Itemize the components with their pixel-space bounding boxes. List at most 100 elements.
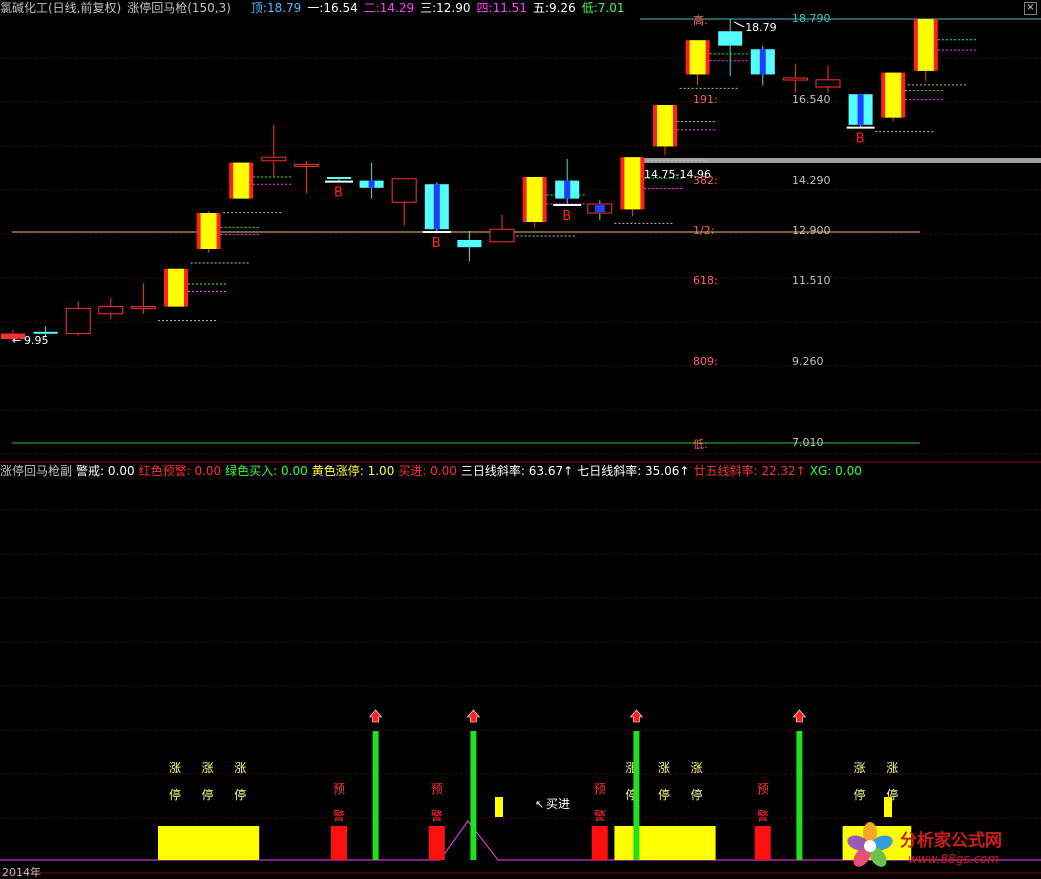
buy-signal-bar [470, 731, 477, 860]
warning-char: 警 [333, 808, 345, 823]
buy-signal-b: B [334, 186, 343, 201]
limit-up-char: 涨 [202, 760, 214, 775]
limit-up-block [190, 826, 227, 860]
up-arrow-icon [629, 709, 644, 723]
candle-body-limit-inner [624, 157, 641, 210]
fib-value: 11.510 [792, 274, 831, 288]
warning-char: 警 [757, 808, 769, 823]
level-readout: 一:16.54 [307, 1, 358, 15]
limit-up-char: 涨 [234, 760, 246, 775]
candle-body-down [457, 239, 482, 248]
fib-tag: 191: [693, 92, 718, 106]
candle-body-limit-inner [168, 268, 184, 307]
level-readouts: 顶:18.79 一:16.54 二:14.29 三:12.90 四:11.51 五:9.2… [251, 1, 631, 15]
close-icon[interactable]: × [1024, 2, 1037, 15]
sub-indicator-readouts: 警戒: 0.00 红色预警: 0.00 绿色买入: 0.00 黄色涨停: 1.00 买进… [76, 464, 866, 478]
level-readout: 二:14.29 [363, 1, 415, 15]
buy-arrow-icon: ↖ [535, 798, 544, 811]
limit-up-char: 涨 [886, 760, 898, 775]
limit-up-block [158, 826, 194, 860]
candle-body-limit-inner [917, 19, 934, 71]
fib-value: 9.260 [792, 355, 824, 368]
candle-body-up [391, 178, 417, 203]
buy-signal-b: B [856, 132, 865, 147]
level-readout: 五:9.26 [532, 1, 576, 15]
warning-char: 预 [757, 782, 769, 796]
fib-tag: 809: [693, 355, 718, 368]
sub-readout: 七日线斜率: 35.06↑ [577, 464, 690, 478]
watermark-logo: 分析家公式网 www.88gs.com [840, 818, 1040, 876]
sub-indicator-name: 涨停回马枪副 [0, 464, 73, 478]
warning-block [331, 826, 347, 860]
stock-title: 氯碱化工(日线,前复权) [0, 1, 122, 15]
limit-up-block [679, 826, 716, 860]
candle-body-down-inner [433, 184, 440, 230]
low-arrow-icon: ← [12, 334, 21, 347]
warning-char: 预 [594, 782, 606, 796]
sub-chart-header: 涨停回马枪副 警戒: 0.00 红色预警: 0.00 绿色买入: 0.00 黄色涨停: … [0, 464, 870, 479]
candle-body-down-inner [857, 94, 864, 125]
candle-body-limit-inner [657, 105, 673, 147]
candle-body-down-inner [759, 49, 766, 75]
limit-up-char: 涨 [691, 760, 703, 775]
buy-signal-bar [633, 731, 640, 860]
candle-body-up [489, 228, 515, 243]
candle-body-limit-inner [885, 72, 902, 118]
sub-readout: 绿色买入: 0.00 [225, 464, 308, 478]
candle-body-limit-inner [200, 213, 217, 249]
buy-signal-b: B [562, 209, 571, 224]
sub-readout: 红色预警: 0.00 [138, 464, 222, 478]
sub-readout: 黄色涨停: 1.00 [311, 464, 395, 478]
candle-body-up [65, 307, 91, 335]
warning-char: 警 [431, 808, 443, 823]
candle-body-up [98, 306, 124, 315]
high-price-label: 18.79 [745, 21, 777, 34]
candle-body-up [815, 79, 841, 88]
candle-body-down-inner [368, 180, 375, 188]
limit-up-marker [884, 797, 892, 817]
up-arrow-icon [792, 709, 807, 723]
candle-body-up [130, 306, 156, 310]
up-arrow-icon [368, 709, 383, 723]
warning-block [754, 826, 771, 860]
limit-up-marker [495, 797, 503, 817]
fib-value: 14.290 [792, 173, 831, 187]
fib-value: 18.790 [792, 12, 831, 25]
fib-value: 7.010 [792, 436, 824, 449]
candle-body-down-inner [564, 180, 571, 199]
limit-up-char: 停 [234, 787, 246, 802]
candle-body-inner [594, 205, 605, 213]
limit-up-char: 涨 [658, 760, 670, 775]
limit-up-char: 停 [202, 787, 214, 802]
sub-readout: 廿五线斜率: 22.32↑ [693, 464, 806, 478]
limit-up-block [223, 826, 260, 860]
watermark-url: www.88gs.com [908, 852, 1000, 866]
flower-logo-icon [847, 822, 893, 867]
watermark-title: 分析家公式网 [900, 831, 1002, 851]
level-readout: 四:11.51 [476, 1, 527, 15]
fib-tag: 1/2: [693, 224, 715, 237]
buy-signal-bar [372, 731, 379, 860]
buy-text-label: 买进 [546, 797, 570, 811]
limit-up-char: 停 [854, 787, 866, 802]
level-readout: 低:7.01 [581, 1, 625, 15]
candle-body-down [718, 31, 743, 46]
candle-body-down [327, 177, 351, 180]
buy-signal-b: B [432, 236, 441, 251]
warning-char: 预 [333, 782, 345, 796]
candle-body-up [261, 156, 287, 162]
warning-char: 预 [431, 782, 443, 796]
up-arrow-icon [466, 709, 481, 723]
limit-up-char: 停 [691, 787, 703, 802]
high-pointer [733, 21, 745, 28]
candle-body-limit-inner [526, 177, 543, 223]
limit-up-char: 涨 [169, 760, 181, 775]
fib-value: 16.540 [792, 92, 831, 106]
candle-body-up [293, 163, 319, 167]
low-price-label: 9.95 [24, 334, 49, 347]
fib-tag: 高: [693, 14, 708, 27]
fib-tag: 低: [693, 438, 708, 451]
chart-canvas[interactable]: BBBB18.79← 9.9514.75-14.96涨停涨停涨停涨停涨停涨停涨停涨… [0, 0, 1041, 877]
limit-up-char: 停 [658, 787, 670, 802]
sub-readout: 警戒: 0.00 [76, 464, 135, 478]
